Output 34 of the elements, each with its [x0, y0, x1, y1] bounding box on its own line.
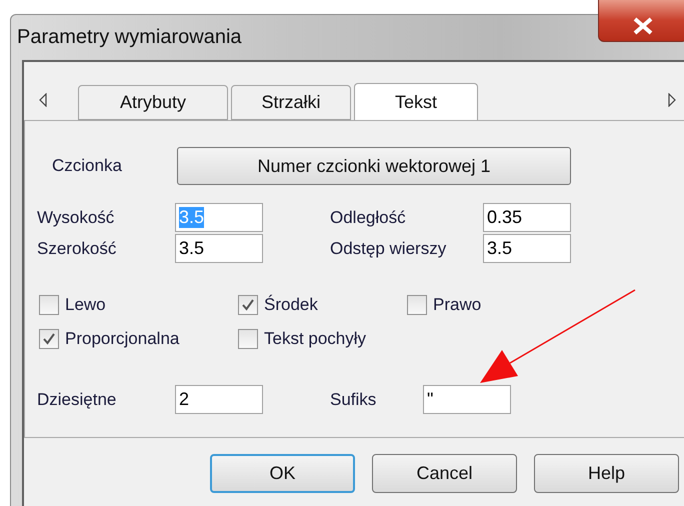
window-title: Parametry wymiarowania	[17, 26, 242, 49]
checkbox[interactable]	[407, 295, 427, 315]
checkbox-label: Tekst pochyły	[264, 329, 366, 349]
checkbox[interactable]	[39, 295, 59, 315]
dialog-button[interactable]: OK	[210, 454, 355, 493]
field-label: Sufiks	[330, 390, 378, 410]
tab[interactable]: Strzałki	[231, 85, 351, 120]
input-field[interactable]: 3.5	[175, 234, 263, 263]
checkbox[interactable]	[238, 295, 258, 315]
checkbox-label: Proporcjonalna	[65, 329, 180, 349]
field-label: Dziesiętne	[37, 390, 118, 410]
input-field[interactable]: 3.5	[483, 234, 571, 263]
checkbox-label: Lewo	[65, 295, 106, 315]
scroll-right-icon[interactable]	[667, 93, 677, 107]
input-field[interactable]: "	[423, 385, 511, 414]
tab[interactable]: Tekst	[354, 83, 478, 120]
dialog-button[interactable]: Help	[534, 454, 679, 493]
checkbox[interactable]	[39, 329, 59, 349]
field-label: Odstęp wierszy	[330, 238, 448, 258]
checkbox-label: Prawo	[433, 295, 482, 315]
input-field[interactable]: 2	[175, 385, 263, 414]
font-button[interactable]: Numer czcionki wektorowej 1	[177, 147, 571, 185]
dialog-button[interactable]: Cancel	[372, 454, 517, 493]
field-label: Wysokość	[37, 208, 116, 228]
checkbox[interactable]	[238, 329, 258, 349]
checkbox-label: Środek	[264, 295, 318, 315]
scroll-left-icon[interactable]	[38, 93, 48, 107]
field-label: Szerokość	[37, 238, 118, 258]
close-icon	[632, 16, 654, 34]
close-button[interactable]	[598, 0, 684, 42]
font-label: Czcionka	[52, 156, 123, 176]
field-label: Odległość	[330, 208, 407, 228]
input-field[interactable]: 0.35	[483, 203, 571, 232]
tab[interactable]: Atrybuty	[78, 85, 228, 120]
